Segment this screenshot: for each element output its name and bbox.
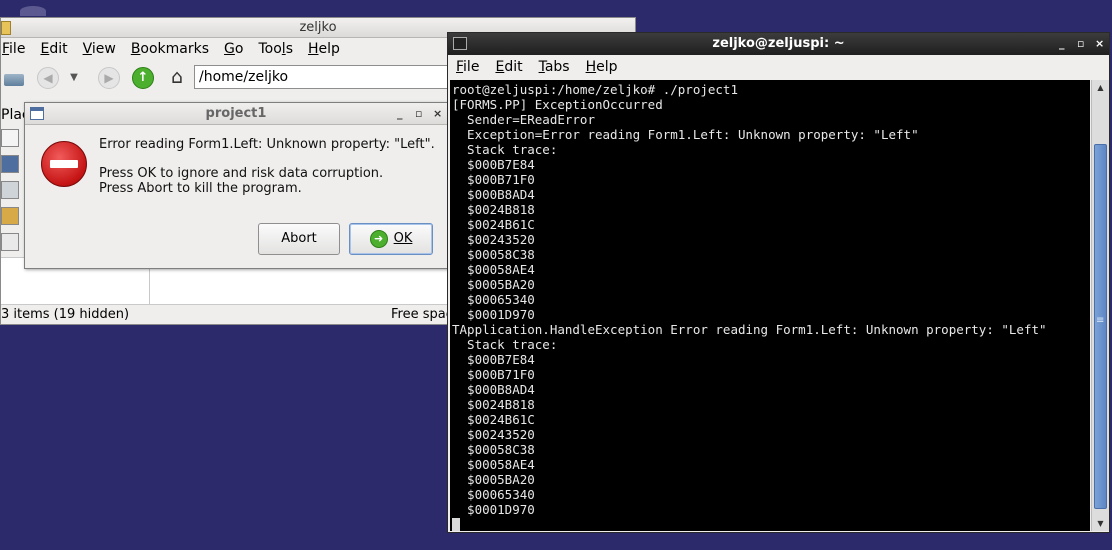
terminal-line: $0024B61C (452, 217, 535, 232)
terminal-menu-file[interactable]: File (456, 59, 479, 75)
terminal-line: $0001D970 (452, 502, 535, 517)
terminal-line: $00243520 (452, 232, 535, 247)
terminal-line: TApplication.HandleException Error readi… (452, 322, 1047, 337)
menu-file[interactable]: File (2, 41, 25, 57)
maximize-icon[interactable]: ▫ (415, 103, 422, 125)
stop-icon (41, 141, 87, 187)
terminal-cursor (452, 518, 460, 531)
terminal-line: $00058AE4 (452, 262, 535, 277)
minimize-icon[interactable]: _ (1059, 33, 1065, 55)
menu-edit[interactable]: Edit (40, 41, 67, 57)
terminal-line: $00065340 (452, 487, 535, 502)
dialog-message-line2: Press OK to ignore and risk data corrupt… (99, 166, 384, 181)
dialog-title: project1 (205, 106, 267, 121)
terminal-line: $000B8AD4 (452, 187, 535, 202)
up-icon[interactable]: ↑ (132, 67, 154, 89)
maximize-icon[interactable]: ▫ (1077, 33, 1084, 55)
menu-view[interactable]: View (83, 41, 116, 57)
terminal-line: $00243520 (452, 427, 535, 442)
terminal-line: $0024B818 (452, 397, 535, 412)
terminal-line: Exception=Error reading Form1.Left: Unkn… (452, 127, 919, 142)
terminal-line: root@zeljuspi:/home/zeljko# ./project1 (452, 82, 738, 97)
ok-button-label: OK (393, 231, 413, 246)
forward-icon[interactable]: ▶ (98, 67, 120, 89)
terminal-line: $00058AE4 (452, 457, 535, 472)
terminal-line: $000B71F0 (452, 367, 535, 382)
terminal-menu-tabs[interactable]: Tabs (539, 59, 570, 75)
file-manager-title: zeljko (299, 20, 337, 35)
terminal-line: Sender=EReadError (452, 112, 595, 127)
ok-button[interactable]: ➜ OK (349, 223, 433, 255)
dialog-message-line3: Press Abort to kill the program. (99, 181, 302, 196)
chevron-down-icon[interactable]: ▼ (67, 67, 81, 89)
terminal-line: $00058C38 (452, 442, 535, 457)
desktop-folder-icon[interactable] (1, 155, 19, 173)
menu-help-rest: elp (318, 41, 340, 57)
terminal-line: $000B7E84 (452, 157, 535, 172)
scroll-down-icon[interactable]: ▼ (1092, 516, 1109, 531)
terminal-output[interactable]: root@zeljuspi:/home/zeljko# ./project1 [F… (450, 80, 1090, 531)
menu-edit-rest: dit (49, 41, 68, 57)
terminal-line: $0024B818 (452, 202, 535, 217)
status-free-space: Free spac (391, 307, 453, 322)
scroll-up-icon[interactable]: ▲ (1092, 80, 1109, 95)
terminal-line: $000B71F0 (452, 172, 535, 187)
terminal-line: Stack trace: (452, 142, 558, 157)
trash-icon[interactable] (1, 181, 19, 199)
terminal-menubar: File Edit Tabs Help (448, 55, 1109, 79)
terminal-titlebar[interactable]: zeljko@zeljuspi: ~ _ ▫ × (448, 33, 1109, 55)
folder-icon (1, 21, 11, 35)
home-icon[interactable]: ⌂ (166, 67, 188, 89)
terminal-window: zeljko@zeljuspi: ~ _ ▫ × File Edit Tabs … (447, 32, 1110, 533)
terminal-title: zeljko@zeljuspi: ~ (712, 36, 845, 51)
terminal-line: $0001D970 (452, 307, 535, 322)
menu-tools[interactable]: Tools (258, 41, 293, 57)
dialog-message-line1: Error reading Form1.Left: Unknown proper… (99, 137, 435, 152)
new-tab-icon[interactable] (4, 74, 24, 86)
menu-bookmarks-rest: ookmarks (140, 41, 210, 57)
dialog-titlebar[interactable]: project1 _ ▫ × (25, 103, 447, 125)
menu-tools-pre: Too (258, 41, 282, 57)
terminal-icon (453, 37, 467, 50)
minimize-icon[interactable]: _ (397, 103, 403, 125)
places-list (1, 129, 23, 259)
status-item-count: 3 items (19 hidden) (1, 307, 130, 322)
window-icon (30, 107, 44, 120)
home-folder-icon[interactable] (1, 129, 19, 147)
terminal-cursor-line (452, 517, 1090, 531)
ok-icon: ➜ (369, 229, 388, 248)
terminal-line: Stack trace: (452, 337, 558, 352)
terminal-line: $00065340 (452, 292, 535, 307)
terminal-scrollbar[interactable]: ▲ ▼ (1091, 80, 1109, 531)
path-input[interactable]: /home/zeljko (194, 65, 464, 89)
abort-button[interactable]: Abort (258, 223, 340, 255)
menu-go[interactable]: Go (224, 41, 243, 57)
terminal-line: $0024B61C (452, 412, 535, 427)
dialog-message: Error reading Form1.Left: Unknown proper… (99, 137, 435, 196)
terminal-line: $00058C38 (452, 247, 535, 262)
terminal-menu-edit[interactable]: Edit (495, 59, 522, 75)
menu-help[interactable]: Help (308, 41, 340, 57)
terminal-line: $000B7E84 (452, 352, 535, 367)
terminal-line: [FORMS.PP] ExceptionOccurred (452, 97, 663, 112)
terminal-line: $0005BA20 (452, 277, 535, 292)
back-icon[interactable]: ◀ (37, 67, 59, 89)
menu-go-rest: o (234, 41, 244, 57)
close-icon[interactable]: × (433, 103, 442, 125)
terminal-menu-help[interactable]: Help (586, 59, 618, 75)
menu-file-rest: ile (9, 41, 26, 57)
error-dialog: project1 _ ▫ × Error reading Form1.Left:… (24, 102, 448, 269)
menu-bookmarks[interactable]: Bookmarks (131, 41, 209, 57)
desktop-icon[interactable] (20, 6, 46, 16)
terminal-line: $000B8AD4 (452, 382, 535, 397)
filesystem-icon[interactable] (1, 207, 19, 225)
menu-view-rest: iew (91, 41, 116, 57)
drive-icon[interactable] (1, 233, 19, 251)
terminal-line: $0005BA20 (452, 472, 535, 487)
close-icon[interactable]: × (1095, 33, 1104, 55)
scrollbar-thumb[interactable] (1094, 144, 1107, 509)
stop-icon-bar (50, 160, 78, 168)
menu-tools-rest: s (285, 41, 293, 57)
